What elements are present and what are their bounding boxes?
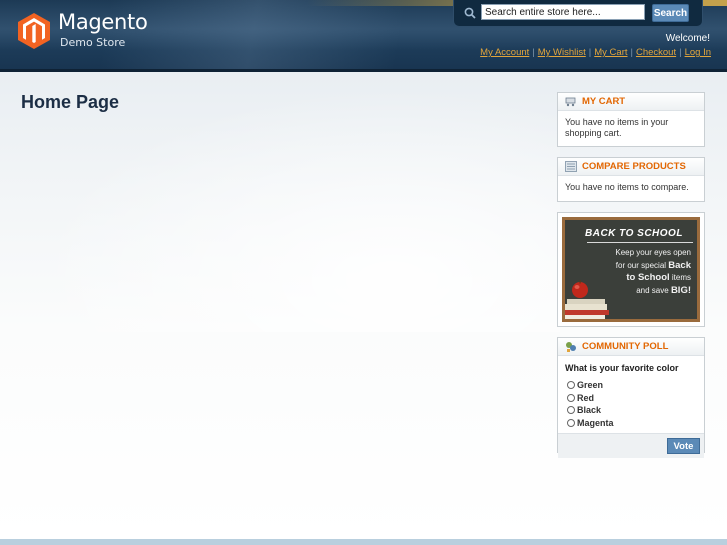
back-to-school-banner[interactable]: BACK TO SCHOOL Keep your eyes open for o… [557,212,705,327]
footer-bar [0,539,727,545]
cart-icon [565,97,576,107]
poll-block: COMMUNITY POLL What is your favorite col… [557,337,705,458]
compare-block-title: COMPARE PRODUCTS [582,161,686,172]
compare-empty-message: You have no items to compare. [565,182,689,192]
cart-empty-message: You have no items in your shopping cart. [565,117,669,138]
link-log-in[interactable]: Log In [685,47,711,58]
link-my-account[interactable]: My Account [480,47,529,58]
link-my-cart[interactable]: My Cart [594,47,627,58]
radio-button[interactable] [567,406,575,414]
vote-button[interactable]: Vote [667,438,700,454]
search-button[interactable]: Search [652,4,689,22]
poll-actions: Vote [558,433,704,458]
radio-button[interactable] [567,381,575,389]
poll-block-header: COMMUNITY POLL [558,338,704,356]
top-links: My Account | My Wishlist | My Cart | Checkout |… [480,47,711,58]
site-header: Magento Demo Store Search Welcome! My Ac… [0,0,727,72]
chalkboard-image: BACK TO SCHOOL Keep your eyes open for o… [562,217,700,322]
radio-button[interactable] [567,393,575,402]
poll-option-magenta[interactable]: Magenta [565,418,697,431]
compare-block: COMPARE PRODUCTS You have no items to co… [557,157,705,202]
poll-icon [566,342,576,352]
logo-title[interactable]: Magento [58,10,148,34]
radio-button[interactable] [567,418,575,427]
search-input[interactable] [481,4,645,20]
logo-subtitle[interactable]: Demo Store [60,36,125,49]
poll-option-green[interactable]: Green [565,380,697,393]
welcome-message: Welcome! [665,33,710,44]
compare-icon [565,161,577,172]
link-my-wishlist[interactable]: My Wishlist [538,47,586,58]
search-icon [464,7,476,19]
link-checkout[interactable]: Checkout [636,47,676,58]
poll-block-title: COMMUNITY POLL [582,341,669,352]
promo-headline: BACK TO SCHOOL [585,228,683,239]
cart-block-header: MY CART [558,93,704,111]
compare-block-header: COMPARE PRODUCTS [558,158,704,176]
search-form: Search [453,0,703,27]
cart-block-title: MY CART [582,96,626,107]
poll-option-black[interactable]: Black [565,405,697,418]
poll-question: What is your favorite color [565,363,679,373]
apple-books-icon [565,280,609,319]
page-title: Home Page [21,92,120,112]
cart-block: MY CART You have no items in your shoppi… [557,92,705,147]
magento-logo-icon[interactable] [17,12,51,50]
poll-option-red[interactable]: Red [565,393,697,406]
